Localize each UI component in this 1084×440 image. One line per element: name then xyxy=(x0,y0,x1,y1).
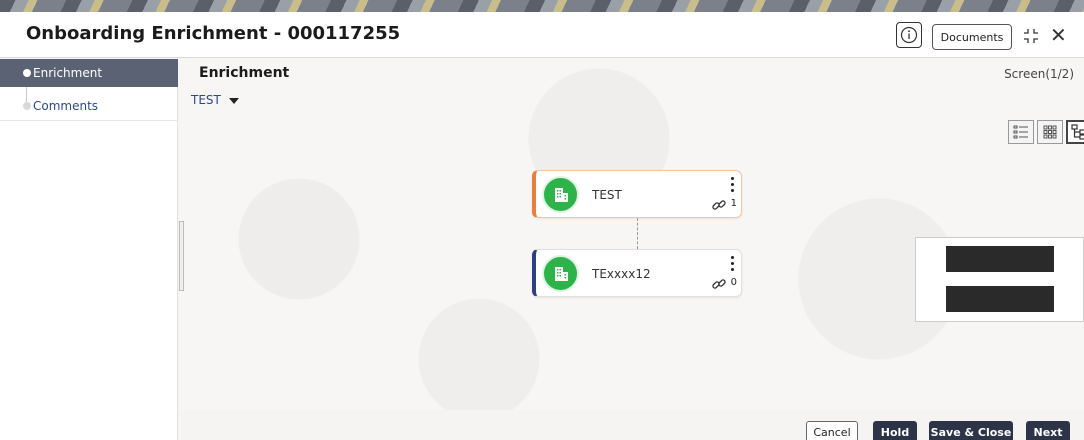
kebab-menu-icon[interactable] xyxy=(731,177,735,192)
mini-map-node xyxy=(946,286,1054,312)
node-label: TExxxx12 xyxy=(592,267,651,281)
hold-button[interactable]: Hold xyxy=(873,421,917,440)
page-title: Onboarding Enrichment - 000117255 xyxy=(26,23,401,44)
mini-map-node xyxy=(946,246,1054,272)
grid-view-button[interactable] xyxy=(1037,120,1063,144)
hierarchy-node[interactable]: TExxxx12 0 xyxy=(532,249,742,297)
next-button[interactable]: Next xyxy=(1026,421,1070,440)
documents-button[interactable]: Documents xyxy=(932,24,1012,50)
window-header: Onboarding Enrichment - 000117255 Docume… xyxy=(0,12,1084,58)
sidebar-item-enrichment[interactable]: Enrichment xyxy=(0,59,178,87)
save-close-button[interactable]: Save & Close xyxy=(929,421,1013,440)
entity-dropdown[interactable]: TEST xyxy=(191,93,239,107)
sidebar-item-comments[interactable]: Comments xyxy=(0,91,178,121)
tree-view-button[interactable] xyxy=(1066,120,1084,144)
kebab-menu-icon[interactable] xyxy=(731,256,735,271)
hierarchy-node[interactable]: TEST 1 xyxy=(532,170,742,218)
step-dot-icon xyxy=(23,69,31,77)
caret-down-icon xyxy=(228,98,239,104)
screen-indicator: Screen(1/2) xyxy=(1004,67,1074,81)
grid-view-icon xyxy=(1043,125,1057,139)
building-icon xyxy=(542,255,579,292)
info-icon xyxy=(900,26,918,44)
list-view-icon xyxy=(1013,125,1028,139)
sidebar: Enrichment Comments xyxy=(0,59,178,440)
main-content: Enrichment Screen(1/2) TEST xyxy=(179,59,1084,410)
link-icon xyxy=(712,200,726,210)
expand-icon[interactable] xyxy=(1022,27,1040,45)
link-icon xyxy=(712,279,726,289)
view-toggle xyxy=(1005,120,1084,144)
top-banner-strip xyxy=(0,0,1084,12)
step-dot-icon xyxy=(23,102,31,110)
info-button[interactable] xyxy=(896,22,922,48)
link-count: 1 xyxy=(730,198,737,209)
node-label: TEST xyxy=(592,188,622,202)
dropdown-value: TEST xyxy=(191,93,221,107)
close-icon[interactable]: ✕ xyxy=(1050,25,1067,45)
sidebar-item-label: Comments xyxy=(33,98,99,113)
footer-actions: Cancel Hold Save & Close Next xyxy=(0,410,1084,440)
canvas-scroll-handle[interactable] xyxy=(179,221,184,291)
mini-map[interactable] xyxy=(915,237,1084,322)
section-title: Enrichment xyxy=(199,65,290,81)
building-icon xyxy=(542,176,579,213)
tree-view-icon xyxy=(1071,124,1084,140)
sidebar-item-label: Enrichment xyxy=(33,66,103,80)
cancel-button[interactable]: Cancel xyxy=(806,421,858,440)
link-count: 0 xyxy=(730,277,737,288)
node-connector xyxy=(637,218,638,249)
list-view-button[interactable] xyxy=(1008,120,1034,144)
